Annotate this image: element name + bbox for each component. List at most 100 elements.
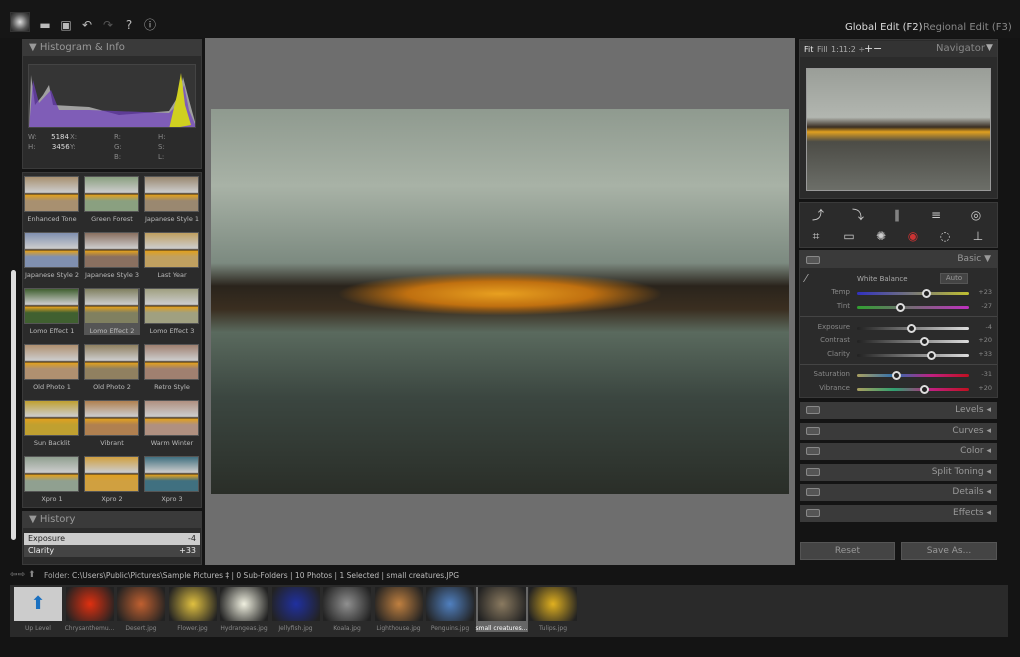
filmstrip-item[interactable]: Penguins.jpg: [424, 587, 476, 632]
section-toggle[interactable]: [806, 426, 820, 435]
section-header[interactable]: Details ◂: [800, 484, 997, 502]
help-icon[interactable]: ?: [122, 18, 136, 32]
compare-icon[interactable]: ∥: [889, 207, 905, 223]
section-header[interactable]: Color ◂: [800, 443, 997, 461]
spiral-icon[interactable]: ◎: [968, 207, 984, 223]
filmstrip-item[interactable]: Tulips.jpg: [527, 587, 579, 632]
zoom-in-icon[interactable]: +: [864, 42, 873, 55]
slider-value: +23: [978, 288, 992, 296]
preset-item[interactable]: Xpro 3: [144, 456, 200, 503]
slider-label: Contrast: [820, 336, 850, 344]
slider-knob[interactable]: [926, 351, 936, 360]
filmstrip-item[interactable]: Flower.jpg: [167, 587, 219, 632]
history-item[interactable]: Clarity +33: [24, 545, 200, 557]
undo-icon[interactable]: ↶: [80, 18, 94, 32]
preset-item[interactable]: Vibrant: [84, 400, 140, 447]
preset-item[interactable]: Green Forest: [84, 176, 140, 223]
section-toggle[interactable]: [806, 447, 820, 456]
filmstrip-item[interactable]: Hydrangeas.jpg: [218, 587, 270, 632]
preset-item[interactable]: Retro Style: [144, 344, 200, 391]
filmstrip-item[interactable]: Lighthouse.jpg: [373, 587, 425, 632]
preset-item[interactable]: Xpro 1: [24, 456, 80, 503]
lens-icon[interactable]: ✺: [873, 228, 889, 244]
slider-track[interactable]: [857, 303, 969, 312]
section-toggle[interactable]: [806, 488, 820, 497]
preset-item[interactable]: Enhanced Tone: [24, 176, 80, 223]
section-header[interactable]: Effects ◂: [800, 505, 997, 522]
info-icon[interactable]: ⓘ: [143, 18, 157, 32]
preset-item[interactable]: Lomo Effect 1: [24, 288, 80, 335]
filmstrip-item[interactable]: Jellyfish.jpg: [270, 587, 322, 632]
save-as-button[interactable]: Save As...: [901, 542, 997, 560]
slider-knob[interactable]: [906, 324, 916, 333]
zoom-fill[interactable]: Fill: [817, 45, 828, 54]
section-header[interactable]: Levels ◂: [800, 402, 997, 419]
history-item[interactable]: Exposure -4: [24, 533, 200, 545]
redo-icon[interactable]: ↷: [101, 18, 115, 32]
up-level-icon: ⬆: [14, 587, 62, 621]
rotate-icon[interactable]: ⤵: [850, 207, 866, 223]
zoom-1-1[interactable]: 1:1: [831, 45, 844, 54]
straighten-icon[interactable]: ⤴: [810, 207, 826, 223]
left-scrollbar[interactable]: [11, 270, 16, 540]
section-toggle[interactable]: [806, 467, 820, 476]
history-header[interactable]: ▼ History: [23, 512, 201, 528]
reset-button[interactable]: Reset: [800, 542, 895, 560]
section-toggle[interactable]: [806, 406, 820, 414]
navigator-preview[interactable]: [806, 68, 991, 191]
preset-item[interactable]: Warm Winter: [144, 400, 200, 447]
slider-track[interactable]: [857, 385, 969, 394]
collapse-icon[interactable]: ▼: [986, 43, 993, 53]
info-xy: X: Y:: [70, 133, 78, 151]
histogram-header[interactable]: ▼ Histogram & Info: [23, 40, 201, 56]
slider-track[interactable]: [857, 289, 969, 298]
preset-item[interactable]: Old Photo 1: [24, 344, 80, 391]
section-header[interactable]: Curves ◂: [800, 422, 997, 440]
auto-button[interactable]: Auto: [940, 273, 968, 284]
stamp-icon[interactable]: ⊥: [970, 228, 986, 244]
level-icon[interactable]: ▭: [841, 228, 857, 244]
slider-track[interactable]: [857, 351, 969, 360]
nav-arrows-icon[interactable]: ⇦⇨ ⬆: [10, 570, 35, 580]
crop-icon[interactable]: ⌗: [808, 228, 824, 244]
red-eye-icon[interactable]: ◉: [905, 228, 921, 244]
zoom-1-2[interactable]: 1:2 ÷: [843, 45, 865, 54]
preset-item[interactable]: Lomo Effect 2: [84, 288, 140, 335]
spot-heal-icon[interactable]: ◌: [937, 228, 953, 244]
section-toggle[interactable]: [806, 509, 820, 517]
preset-item[interactable]: Japanese Style 2: [24, 232, 80, 279]
eyedropper-icon[interactable]: ⁄: [805, 272, 807, 285]
split-view-icon[interactable]: ≡: [928, 207, 944, 223]
slider-track[interactable]: [857, 371, 969, 380]
slider-track[interactable]: [857, 337, 969, 346]
main-photo[interactable]: [211, 109, 789, 494]
preset-item[interactable]: Japanese Style 1: [144, 176, 200, 223]
preset-thumbnail: [84, 456, 139, 492]
section-header[interactable]: Split Toning ◂: [800, 463, 997, 481]
filmstrip-item[interactable]: Koala.jpg: [321, 587, 373, 632]
preset-item[interactable]: Lomo Effect 3: [144, 288, 200, 335]
zoom-fit[interactable]: Fit: [804, 45, 813, 54]
filmstrip-item[interactable]: small creatures...: [475, 587, 528, 632]
preset-item[interactable]: Old Photo 2: [84, 344, 140, 391]
filmstrip-item[interactable]: Desert.jpg: [115, 587, 167, 632]
preset-item[interactable]: Xpro 2: [84, 456, 140, 503]
slider-label: Clarity: [827, 350, 850, 358]
save-icon[interactable]: ▣: [59, 18, 73, 32]
preset-item[interactable]: Japanese Style 3: [84, 232, 140, 279]
slider-knob[interactable]: [895, 303, 905, 312]
filmstrip-item[interactable]: Chrysanthemu...: [64, 587, 116, 632]
histogram: [28, 64, 196, 128]
filmstrip-item[interactable]: ⬆ Up Level: [12, 587, 64, 632]
basic-toggle[interactable]: [806, 256, 820, 264]
preset-thumbnail: [144, 232, 199, 268]
preset-item[interactable]: Last Year: [144, 232, 200, 279]
tab-global-edit[interactable]: Global Edit (F2): [845, 22, 923, 33]
preset-item[interactable]: Sun Backlit: [24, 400, 80, 447]
zoom-out-icon[interactable]: −: [873, 42, 882, 55]
slider-track[interactable]: [857, 324, 969, 333]
open-folder-icon[interactable]: ▬: [38, 18, 52, 32]
preset-thumbnail: [24, 344, 79, 380]
tab-regional-edit[interactable]: Regional Edit (F3): [923, 22, 1012, 33]
basic-header[interactable]: Basic ▼: [800, 251, 997, 268]
